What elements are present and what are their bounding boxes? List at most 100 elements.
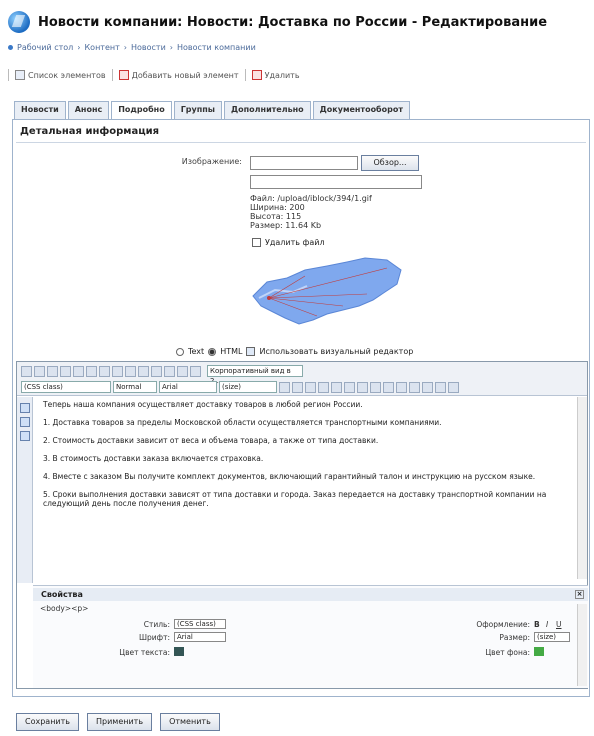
editor-mode-row: Text HTML Использовать визуальный редакт… <box>176 347 413 356</box>
editor-content[interactable]: Теперь наша компания осуществляет достав… <box>37 397 577 583</box>
delete-button[interactable]: Удалить <box>251 70 300 80</box>
form-buttons: Сохранить Применить Отменить <box>16 713 220 731</box>
image-icon[interactable] <box>164 365 175 377</box>
russia-map-image <box>252 257 402 325</box>
tab-groups[interactable]: Группы <box>173 101 223 120</box>
file-info: Файл: /upload/iblock/394/1.gif Ширина: 2… <box>250 194 372 230</box>
save-button[interactable]: Сохранить <box>16 713 79 731</box>
paste-word-icon[interactable] <box>86 365 97 377</box>
paragraph: 4. Вместе с заказом Вы получите комплект… <box>43 472 536 481</box>
font-select[interactable]: Arial <box>159 381 217 393</box>
size-select[interactable]: (size) <box>219 381 277 393</box>
delete-file-label: Удалить файл <box>265 238 325 247</box>
ordered-list-icon[interactable] <box>383 381 394 393</box>
tab-announce[interactable]: Анонс <box>67 101 110 120</box>
image-description-input[interactable] <box>250 175 422 189</box>
copy-icon[interactable] <box>47 365 58 377</box>
close-icon[interactable]: × <box>575 590 584 599</box>
file-input[interactable] <box>250 156 358 170</box>
redo-icon[interactable] <box>112 365 123 377</box>
align-center-icon[interactable] <box>344 381 355 393</box>
divider <box>16 142 586 143</box>
anchor-icon[interactable] <box>138 365 149 377</box>
tab-additional[interactable]: Дополнительно <box>224 101 311 120</box>
paragraph: 2. Стоимость доставки зависит от веса и … <box>43 436 379 445</box>
text-color-swatch[interactable] <box>174 647 184 656</box>
decor-label: Оформление: <box>476 620 530 629</box>
editor-toolbar-row-1: Корпоративный вид в 2... <box>21 364 303 385</box>
prop-style-select[interactable]: (CSS class) <box>174 619 226 629</box>
breadcrumb-item[interactable]: Контент <box>85 43 120 52</box>
tab-workflow[interactable]: Документооборот <box>312 101 410 120</box>
link-icon[interactable] <box>151 365 162 377</box>
style-label: Стиль: <box>143 620 170 629</box>
tab-details[interactable]: Подробно <box>111 101 172 120</box>
italic-icon[interactable] <box>292 381 303 393</box>
special-char-icon[interactable] <box>190 365 201 377</box>
bg-color-label: Цвет фона: <box>485 648 530 657</box>
visual-mode-icon[interactable] <box>20 431 30 441</box>
justify-icon[interactable] <box>370 381 381 393</box>
flash-icon[interactable] <box>177 365 188 377</box>
undo-icon[interactable] <box>99 365 110 377</box>
breadcrumb-item[interactable]: Новости <box>131 43 166 52</box>
visual-editor-label: Использовать визуальный редактор <box>259 347 414 356</box>
table-icon[interactable] <box>125 365 136 377</box>
style-select[interactable]: (CSS class) <box>21 381 111 393</box>
apply-button[interactable]: Применить <box>87 713 153 731</box>
visual-editor-checkbox[interactable] <box>246 347 256 356</box>
cancel-button[interactable]: Отменить <box>160 713 220 731</box>
properties-title: Свойства <box>41 590 83 599</box>
breadcrumb-item[interactable]: Новости компании <box>177 43 256 52</box>
prop-size-select[interactable]: (size) <box>534 632 570 642</box>
align-right-icon[interactable] <box>357 381 368 393</box>
properties-scrollbar[interactable] <box>577 604 587 686</box>
element-path: <body><p> <box>40 604 89 613</box>
breadcrumb-item[interactable]: Рабочий стол <box>17 43 73 52</box>
tab-news[interactable]: Новости <box>14 101 66 120</box>
add-button[interactable]: Добавить новый элемент <box>118 70 239 80</box>
bold-toggle[interactable]: B <box>534 620 540 629</box>
list-button[interactable]: Список элементов <box>15 70 106 80</box>
text-color-icon[interactable] <box>435 381 446 393</box>
radio-text[interactable] <box>176 347 184 356</box>
format-select[interactable]: Normal <box>113 381 157 393</box>
paste-text-icon[interactable] <box>73 365 84 377</box>
clean-icon[interactable] <box>318 381 329 393</box>
radio-text-label: Text <box>188 347 205 356</box>
italic-toggle[interactable]: I <box>546 620 548 629</box>
bg-color-icon[interactable] <box>448 381 459 393</box>
paragraph: 5. Сроки выполнения доставки зависят от … <box>43 490 547 508</box>
cut-icon[interactable] <box>34 365 45 377</box>
align-left-icon[interactable] <box>331 381 342 393</box>
fullscreen-icon[interactable] <box>21 365 32 377</box>
font-label: Шрифт: <box>139 633 170 642</box>
file-size: Размер: 11.64 Kb <box>250 221 322 230</box>
delete-file-checkbox[interactable] <box>252 238 261 247</box>
editor-scrollbar[interactable] <box>577 397 587 579</box>
browse-button[interactable]: Обзор... <box>361 155 419 171</box>
title-bar: Новости компании: Новости: Доставка по Р… <box>8 8 547 36</box>
split-mode-icon[interactable] <box>20 417 30 427</box>
toolbar: Список элементов Добавить новый элемент … <box>8 64 588 86</box>
unordered-list-icon[interactable] <box>396 381 407 393</box>
editor-side-panel <box>17 397 33 583</box>
indent-icon[interactable] <box>422 381 433 393</box>
section-title: Детальная информация <box>20 126 160 137</box>
prop-font-select[interactable]: Arial <box>174 632 226 642</box>
add-label: Добавить новый элемент <box>131 70 239 80</box>
origin-point <box>267 296 271 300</box>
outdent-icon[interactable] <box>409 381 420 393</box>
divider <box>111 69 113 81</box>
radio-html[interactable] <box>208 347 217 356</box>
template-select[interactable]: Корпоративный вид в 2... <box>207 365 303 385</box>
underline-icon[interactable] <box>305 381 316 393</box>
app-logo-icon <box>8 11 30 33</box>
radio-html-label: HTML <box>220 347 243 356</box>
paste-icon[interactable] <box>60 365 71 377</box>
bg-color-swatch[interactable] <box>534 647 544 656</box>
underline-toggle[interactable]: U <box>556 620 562 629</box>
breadcrumb: Рабочий стол › Контент › Новости › Новости … <box>8 43 256 52</box>
source-mode-icon[interactable] <box>20 403 30 413</box>
bold-icon[interactable] <box>279 381 290 393</box>
